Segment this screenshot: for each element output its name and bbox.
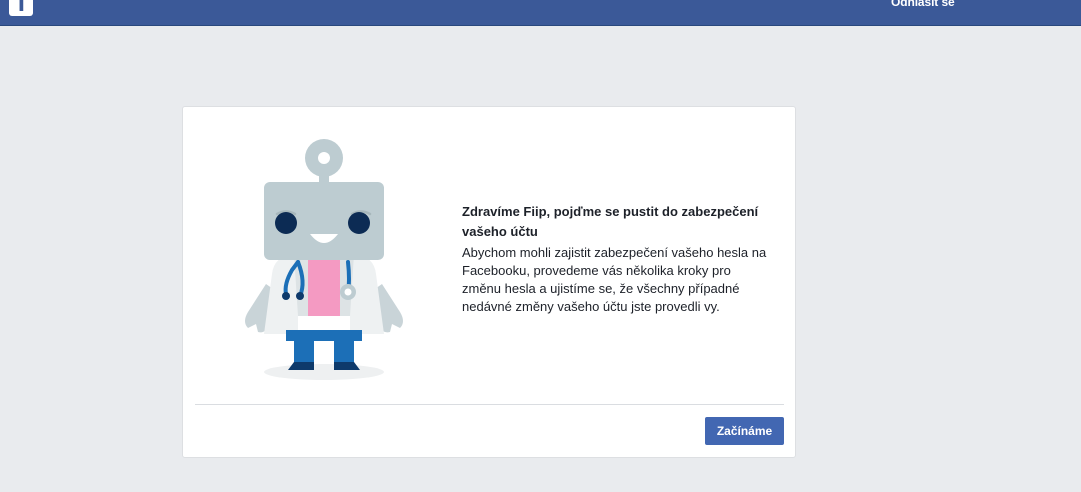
card-headline: Zdravíme Fiip, pojďme se pustit do zabez… bbox=[462, 204, 759, 239]
facebook-logo-icon[interactable]: f bbox=[9, 0, 33, 16]
card-description: Abychom mohli zajistit zabezpečení vašeh… bbox=[462, 245, 767, 314]
card-text-content: Zdravíme Fiip, pojďme se pustit do zabez… bbox=[462, 202, 772, 316]
top-navigation-bar: f Odhlásit se bbox=[0, 0, 1081, 26]
robot-doctor-illustration-icon bbox=[245, 139, 403, 380]
get-started-button[interactable]: Začínáme bbox=[705, 417, 784, 445]
security-checkup-card: Zdravíme Fiip, pojďme se pustit do zabez… bbox=[182, 106, 796, 458]
card-divider bbox=[195, 404, 784, 405]
logout-link[interactable]: Odhlásit se bbox=[891, 0, 955, 9]
facebook-logo-glyph: f bbox=[17, 0, 26, 16]
